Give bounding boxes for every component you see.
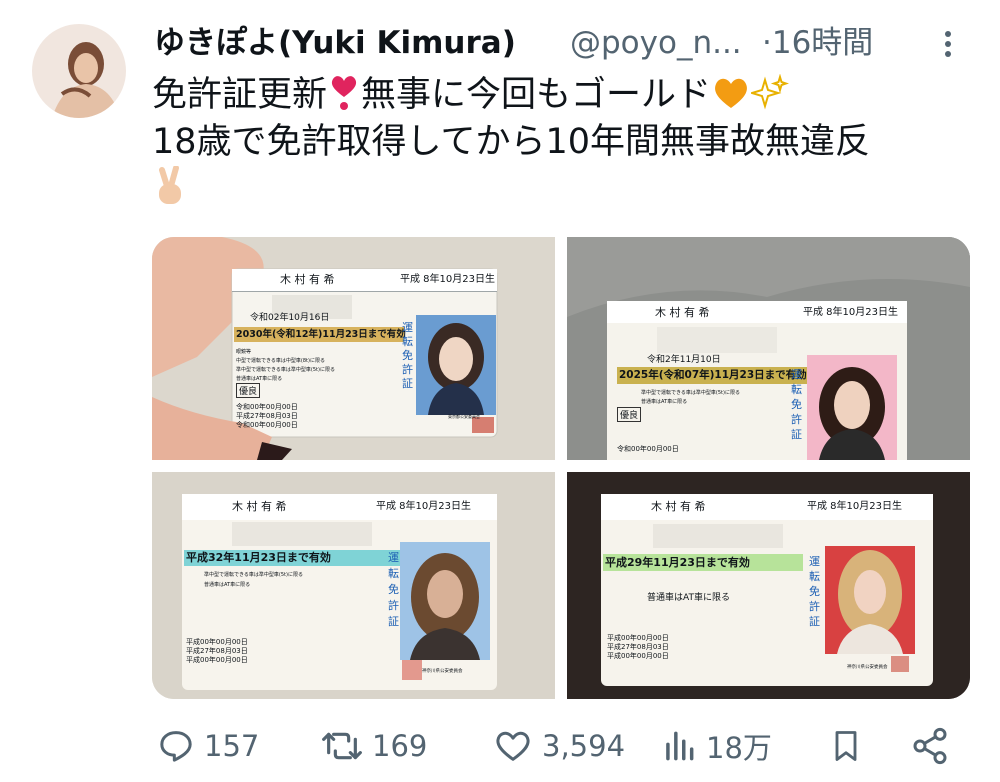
action-bar: 157 169 3,594 18万	[152, 718, 972, 774]
license-photo-4[interactable]: 木 村 有 希 平成 8年10月23日生 平成29年11月23日まで有効 運転免…	[567, 472, 970, 699]
heart-icon	[496, 731, 530, 761]
license-holder-name: 木 村 有 希	[280, 273, 335, 286]
like-button[interactable]: 3,594	[492, 726, 625, 766]
license-conditions: 眼鏡等 中型で運転できる車は中型車(8t)に限る 準中型で運転できる車は準中型車(5…	[236, 349, 335, 382]
license-conditions: 普通車はAT車に限る	[647, 593, 730, 603]
sparkles-icon	[751, 74, 790, 110]
license-holder-name: 木 村 有 希	[232, 500, 287, 513]
tweet-line-3	[152, 166, 972, 217]
license-photo-1[interactable]: 木 村 有 希 平成 8年10月23日生 令和02年10月16日 2030年(令…	[152, 237, 555, 460]
license-validity: 2030年(令和12年)11月23日まで有効	[236, 329, 406, 340]
license-conditions: 準中型で運転できる車は準中型車(5t)に限る 普通車はAT車に限る	[641, 390, 740, 405]
bookmark-button[interactable]	[828, 726, 872, 766]
license-seal: 東京都公安委員会	[448, 414, 480, 419]
license-type-text: 運転免許証	[388, 551, 399, 628]
license-conditions: 準中型で運転できる車は準中型車(5t)に限る 普通車はAT車に限る	[204, 572, 303, 588]
license-validity: 平成29年11月23日まで有効	[605, 556, 750, 569]
license-type-text: 運転免許証	[809, 555, 820, 628]
victory-hand-icon	[159, 166, 181, 204]
tweet-text: 免許証更新 無事に今回もゴールド 18歳で免許取得してから10年間無事故無違反	[152, 72, 972, 217]
license-dob: 平成 8年10月23日生	[400, 274, 495, 285]
retweet-count: 169	[372, 729, 428, 763]
more-options-icon[interactable]	[938, 24, 958, 64]
license-seal: 神奈川県公安委員会	[847, 665, 888, 670]
retweet-button[interactable]: 169	[320, 726, 427, 766]
license-holder-name: 木 村 有 希	[655, 306, 710, 319]
timestamp[interactable]: ·16時間	[762, 18, 873, 68]
license-dob: 平成 8年10月23日生	[807, 501, 902, 512]
reply-icon	[160, 731, 192, 762]
share-icon	[913, 727, 947, 765]
license-dates: 令和00年00月00日 平成27年08月03日 令和00年00月00日	[236, 403, 298, 429]
tweet-header: ゆきぽよ(Yuki Kimura) @poyo_n... ·16時間	[154, 18, 954, 68]
license-type-text: 運転免許証	[791, 368, 802, 441]
views-count: 18万	[706, 731, 772, 765]
license-badge: 優良	[236, 383, 261, 398]
views-icon	[666, 731, 694, 761]
license-photo-2[interactable]: 木 村 有 希 平成 8年10月23日生 令和2年11月10日 2025年(令和…	[567, 237, 970, 460]
license-photo-3[interactable]: 木 村 有 希 平成 8年10月23日生 平成32年11月23日まで有効 運転免…	[152, 472, 555, 699]
license-validity: 2025年(令和07年)11月23日まで有効	[619, 369, 807, 381]
license-dates: 平成00年00月00日 平成27年08月03日 平成00年00月00日	[607, 634, 669, 660]
share-button[interactable]	[910, 726, 958, 766]
retweet-icon	[322, 732, 362, 760]
license-holder-name: 木 村 有 希	[651, 500, 706, 513]
license-seal: 神奈川県公安委員会	[422, 669, 463, 674]
user-handle[interactable]: @poyo_n...	[570, 18, 742, 68]
bookmark-icon	[835, 731, 857, 761]
license-dob: 平成 8年10月23日生	[376, 501, 471, 512]
license-issued: 令和02年10月16日	[250, 313, 330, 323]
media-grid[interactable]: 木 村 有 希 平成 8年10月23日生 令和02年10月16日 2030年(令…	[152, 237, 970, 699]
reply-count: 157	[204, 729, 260, 763]
license-badge: 優良	[617, 407, 642, 422]
display-name[interactable]: ゆきぽよ(Yuki Kimura)	[154, 18, 516, 68]
views-button[interactable]: 18万	[660, 726, 772, 766]
heart-exclamation-icon	[331, 76, 357, 110]
license-dates: 平成00年00月00日 平成27年08月03日 平成00年00月00日	[186, 638, 248, 664]
license-validity: 平成32年11月23日まで有効	[186, 551, 331, 564]
license-issued: 令和2年11月10日	[647, 355, 721, 365]
license-dob: 平成 8年10月23日生	[803, 307, 898, 318]
reply-button[interactable]: 157	[156, 726, 259, 766]
orange-heart-icon	[715, 78, 747, 108]
tweet-line-2: 18歳で免許取得してから10年間無事故無違反	[152, 122, 871, 162]
tweet-line-1: 免許証更新 無事に今回もゴールド	[152, 72, 972, 119]
license-dates: 令和00年00月00日	[617, 445, 679, 453]
license-type-text: 運転免許証	[402, 321, 413, 390]
avatar[interactable]	[32, 24, 126, 118]
like-count: 3,594	[542, 729, 626, 763]
